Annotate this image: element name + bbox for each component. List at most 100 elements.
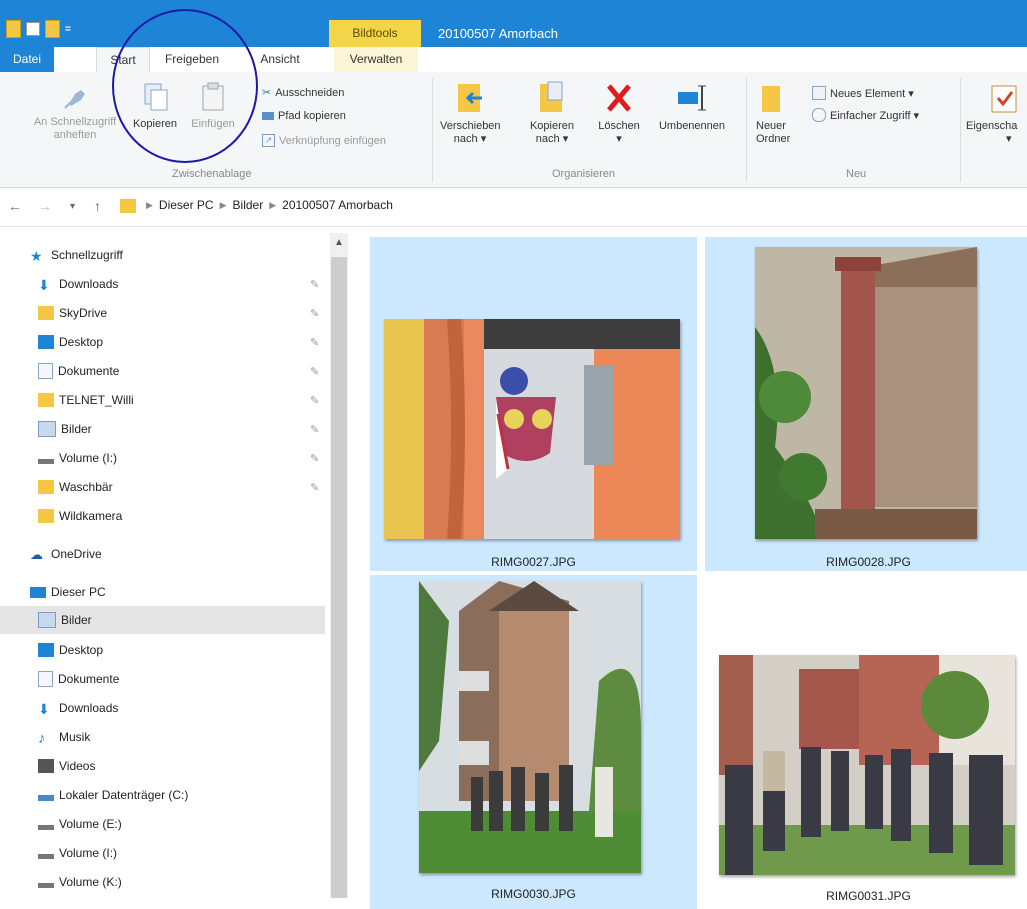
nav-pc-documents[interactable]: Dokumente xyxy=(38,665,363,693)
folder-icon xyxy=(38,480,54,494)
shortcut-icon: ↗ xyxy=(262,134,275,147)
tab-freigeben[interactable]: Freigeben xyxy=(150,47,234,72)
new-folder-icon[interactable] xyxy=(45,20,60,38)
nav-onedrive[interactable]: ☁ OneDrive xyxy=(30,540,355,568)
quick-access-toolbar[interactable]: = xyxy=(6,20,71,38)
pin-icon[interactable]: ✎ xyxy=(310,278,319,291)
easy-access-button[interactable]: Einfacher Zugriff ▾ xyxy=(812,108,919,122)
drive-icon xyxy=(38,795,54,801)
nav-drive-c[interactable]: Lokaler Datenträger (C:) xyxy=(38,781,363,809)
nav-label: Dokumente xyxy=(58,364,120,378)
nav-drive-i[interactable]: Volume (I:) xyxy=(38,839,363,867)
pin-icon xyxy=(64,90,85,109)
drive-icon xyxy=(38,458,54,464)
pin-icon[interactable]: ✎ xyxy=(310,365,319,378)
paste-icon xyxy=(202,82,224,111)
file-tile[interactable]: RIMG0027.JPG xyxy=(370,237,697,571)
new-group-label: Neu xyxy=(846,168,867,180)
properties-checkbox-icon[interactable] xyxy=(26,22,40,36)
organize-group-label: Organisieren xyxy=(552,168,615,180)
drive-icon xyxy=(38,853,54,859)
pin-icon[interactable]: ✎ xyxy=(310,307,319,320)
nav-this-pc[interactable]: Dieser PC xyxy=(30,578,355,606)
breadcrumb-current-folder[interactable]: 20100507 Amorbach xyxy=(282,198,393,212)
copy-path-button[interactable]: Pfad kopieren xyxy=(262,110,346,122)
nav-drive-k[interactable]: Volume (K:) xyxy=(38,868,363,896)
file-tile[interactable]: RIMG0030.JPG xyxy=(370,575,697,909)
title-bar: = Bildtools 20100507 Amorbach xyxy=(0,0,1027,47)
nav-wildkamera[interactable]: Wildkamera xyxy=(38,502,363,530)
delete-button[interactable]: Löschen ▾ xyxy=(594,80,644,146)
paste-shortcut-button[interactable]: ↗ Verknüpfung einfügen xyxy=(262,134,386,147)
tab-start[interactable]: Start xyxy=(96,47,150,73)
nav-videos[interactable]: Videos xyxy=(38,752,363,780)
star-icon: ★ xyxy=(30,248,43,264)
nav-scrollbar[interactable]: ▲ xyxy=(330,233,348,898)
tab-ansicht[interactable]: Ansicht xyxy=(250,47,310,72)
pin-quick-access-button[interactable]: An Schnellzugriff anheften xyxy=(20,80,130,142)
group-separator xyxy=(746,78,747,182)
pin-icon[interactable]: ✎ xyxy=(310,394,319,407)
folder-icon xyxy=(38,393,54,407)
pin-icon[interactable]: ✎ xyxy=(310,481,319,494)
recent-dropdown-icon[interactable]: ▾ xyxy=(70,201,75,212)
nav-music[interactable]: ♪ Musik xyxy=(38,723,363,751)
properties-button[interactable]: Eigenscha ▾ xyxy=(966,80,1027,146)
nav-pc-downloads[interactable]: ⬇ Downloads xyxy=(38,694,363,722)
file-tile[interactable]: RIMG0028.JPG xyxy=(705,237,1027,571)
delete-dropdown-icon: ▾ xyxy=(616,133,622,145)
nav-label: Desktop xyxy=(59,335,104,349)
photo-thumbnail-image xyxy=(755,247,977,539)
pin-icon[interactable]: ✎ xyxy=(310,452,319,465)
nav-label: Bilder xyxy=(61,613,92,627)
photo-thumbnail-image xyxy=(719,655,1015,875)
nav-label: Dieser PC xyxy=(51,585,106,599)
cut-button[interactable]: ✂ Ausschneiden xyxy=(262,86,344,100)
copy-to-button[interactable]: Kopieren nach ▾ xyxy=(522,80,582,146)
breadcrumb-bilder[interactable]: Bilder xyxy=(233,198,264,212)
rename-button[interactable]: Umbenennen xyxy=(652,80,732,133)
paste-button[interactable]: Einfügen xyxy=(188,80,238,131)
nav-bilder[interactable]: Bilder xyxy=(0,606,325,634)
file-name: RIMG0027.JPG xyxy=(491,555,576,569)
photo-thumbnail-image xyxy=(419,581,641,873)
copy-button[interactable]: Kopieren xyxy=(130,80,180,131)
back-arrow-icon[interactable]: ← xyxy=(8,198,22,214)
file-tile[interactable]: RIMG0031.JPG xyxy=(705,575,1027,909)
scrollbar-thumb[interactable] xyxy=(331,257,347,898)
pin-icon[interactable]: ✎ xyxy=(310,423,319,436)
folder-icon xyxy=(38,306,54,320)
copy-path-icon xyxy=(262,112,274,120)
nav-pc-desktop[interactable]: Desktop xyxy=(38,636,363,664)
breadcrumb-this-pc[interactable]: Dieser PC xyxy=(159,198,214,212)
easy-access-label: Einfacher Zugriff ▾ xyxy=(830,109,920,122)
navigation-pane: ★ Schnellzugriff ⬇ Downloads SkyDrive Desk… xyxy=(0,227,350,898)
tab-datei[interactable]: Datei xyxy=(0,47,54,72)
up-arrow-icon[interactable]: ↑ xyxy=(94,198,101,214)
qat-dropdown-icon[interactable]: = xyxy=(65,24,71,35)
nav-label: Bilder xyxy=(61,422,92,436)
nav-label: Waschbär xyxy=(59,480,113,494)
nav-quick-access[interactable]: ★ Schnellzugriff xyxy=(30,241,355,269)
nav-drive-e[interactable]: Volume (E:) xyxy=(38,810,363,838)
chevron-right-icon: ▶ xyxy=(219,199,227,210)
nav-label: SkyDrive xyxy=(59,306,108,320)
tab-verwalten[interactable]: Verwalten xyxy=(334,47,418,72)
move-to-button[interactable]: Verschieben nach ▾ xyxy=(440,80,501,146)
scroll-up-icon[interactable]: ▲ xyxy=(334,237,344,248)
address-bar: ← → ▾ ↑ ▶ Dieser PC ▶ Bilder ▶ 20100507 … xyxy=(0,188,1027,227)
document-icon xyxy=(38,671,53,687)
nav-label: Volume (I:) xyxy=(59,846,118,860)
pin-icon[interactable]: ✎ xyxy=(310,336,319,349)
music-note-icon: ♪ xyxy=(38,730,46,747)
new-folder-button[interactable]: Neuer Ordner xyxy=(756,80,802,146)
bildtools-context-tab[interactable]: Bildtools xyxy=(329,20,421,47)
nav-label: Desktop xyxy=(59,643,104,657)
new-item-button[interactable]: Neues Element ▾ xyxy=(812,86,914,100)
drive-icon xyxy=(38,824,54,830)
nav-label: Downloads xyxy=(59,701,119,715)
delete-label: Löschen xyxy=(598,120,640,132)
forward-arrow-icon[interactable]: → xyxy=(38,198,52,214)
folder-icon xyxy=(120,199,136,213)
file-name: RIMG0028.JPG xyxy=(826,555,911,569)
